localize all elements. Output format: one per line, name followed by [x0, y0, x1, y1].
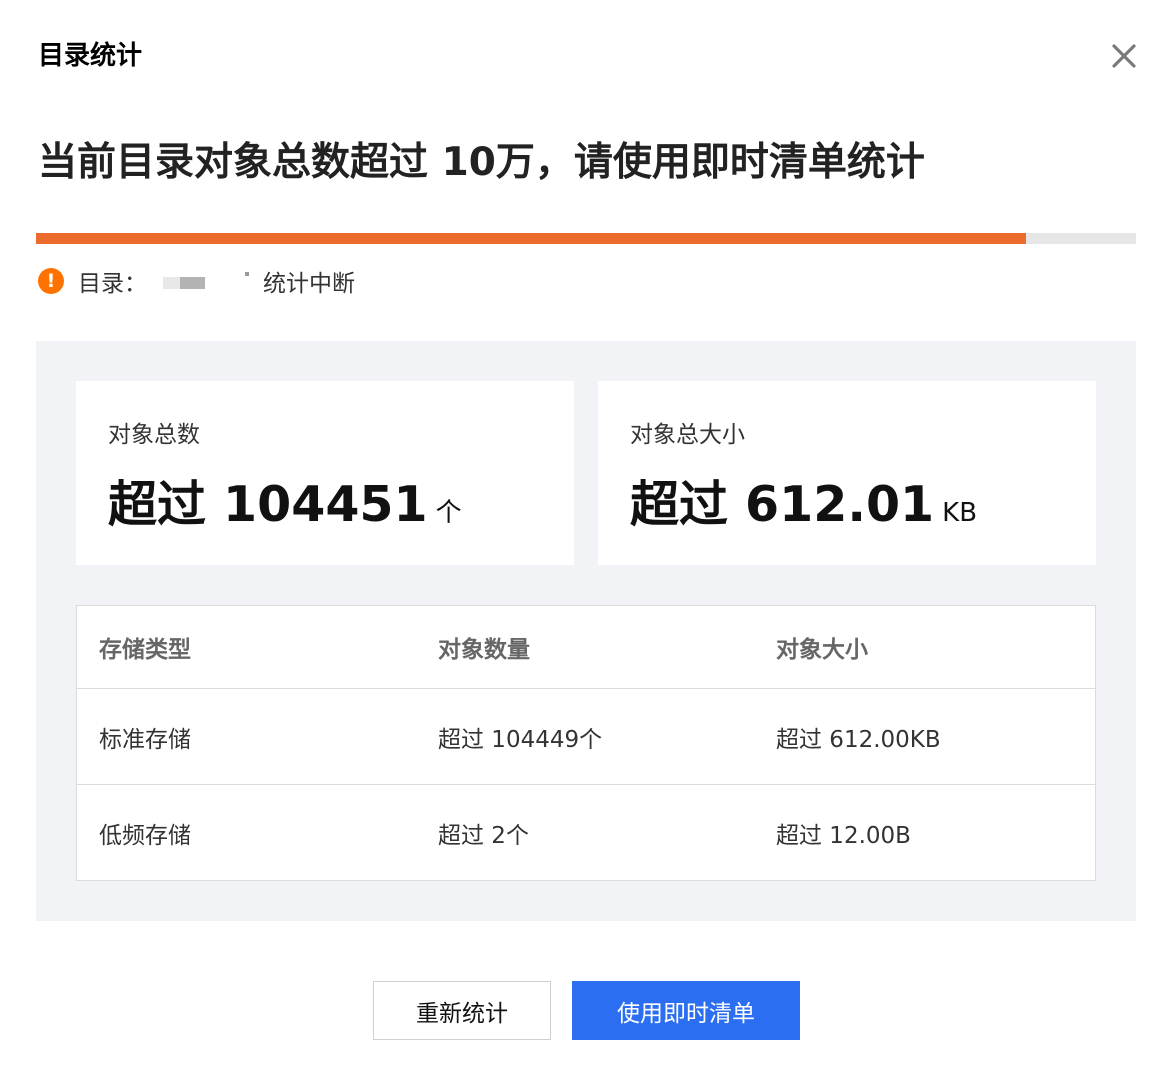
redacted-directory-name [163, 277, 205, 289]
status-prefix: 目录： [78, 271, 147, 297]
cell-object-size: 超过 612.00KB [776, 726, 941, 753]
header-storage-type: 存储类型 [99, 637, 191, 663]
storage-type-table: 存储类型 对象数量 对象大小 标准存储 超过 104449个 超过 612.00… [76, 605, 1096, 881]
exclamation-circle-icon: ! [38, 268, 64, 294]
table-header-row: 存储类型 对象数量 对象大小 [77, 606, 1095, 689]
cell-object-count: 超过 2个 [438, 822, 529, 849]
status-suffix: 统计中断 [263, 271, 355, 297]
object-size-unit: KB [942, 498, 978, 528]
directory-stats-dialog: 目录统计 当前目录对象总数超过 10万，请使用即时清单统计 ! 目录： 统计中断… [0, 0, 1164, 1090]
progress-bar-fill [36, 233, 1026, 244]
object-count-value: 超过 104451 [108, 476, 428, 533]
status-line: ! 目录： 统计中断 [38, 264, 355, 298]
cell-storage-type: 低频存储 [99, 822, 191, 849]
header-object-count: 对象数量 [438, 637, 530, 663]
cell-object-size: 超过 12.00B [776, 822, 911, 849]
redacted-mark [245, 272, 249, 276]
object-count-value-row: 超过 104451 个 [108, 465, 462, 536]
dialog-title: 目录统计 [38, 41, 143, 71]
table-row: 标准存储 超过 104449个 超过 612.00KB [77, 689, 1095, 785]
close-icon[interactable] [1108, 40, 1140, 72]
table-row: 低频存储 超过 2个 超过 12.00B [77, 785, 1095, 880]
warning-headline: 当前目录对象总数超过 10万，请使用即时清单统计 [38, 140, 925, 185]
object-count-card: 对象总数 超过 104451 个 [76, 381, 574, 565]
object-count-label: 对象总数 [108, 422, 200, 448]
header-object-size: 对象大小 [776, 637, 868, 663]
object-size-card: 对象总大小 超过 612.01 KB [598, 381, 1096, 565]
cell-object-count: 超过 104449个 [438, 726, 603, 753]
object-size-value-row: 超过 612.01 KB [630, 465, 977, 536]
cell-storage-type: 标准存储 [99, 726, 191, 753]
recount-button[interactable]: 重新统计 [373, 981, 551, 1040]
object-size-label: 对象总大小 [630, 422, 745, 448]
stats-panel: 对象总数 超过 104451 个 对象总大小 超过 612.01 KB 存储类型 对… [36, 341, 1136, 921]
use-inventory-button[interactable]: 使用即时清单 [572, 981, 800, 1040]
object-count-unit: 个 [435, 498, 462, 528]
progress-bar [36, 233, 1136, 244]
object-size-value: 超过 612.01 [630, 476, 935, 533]
